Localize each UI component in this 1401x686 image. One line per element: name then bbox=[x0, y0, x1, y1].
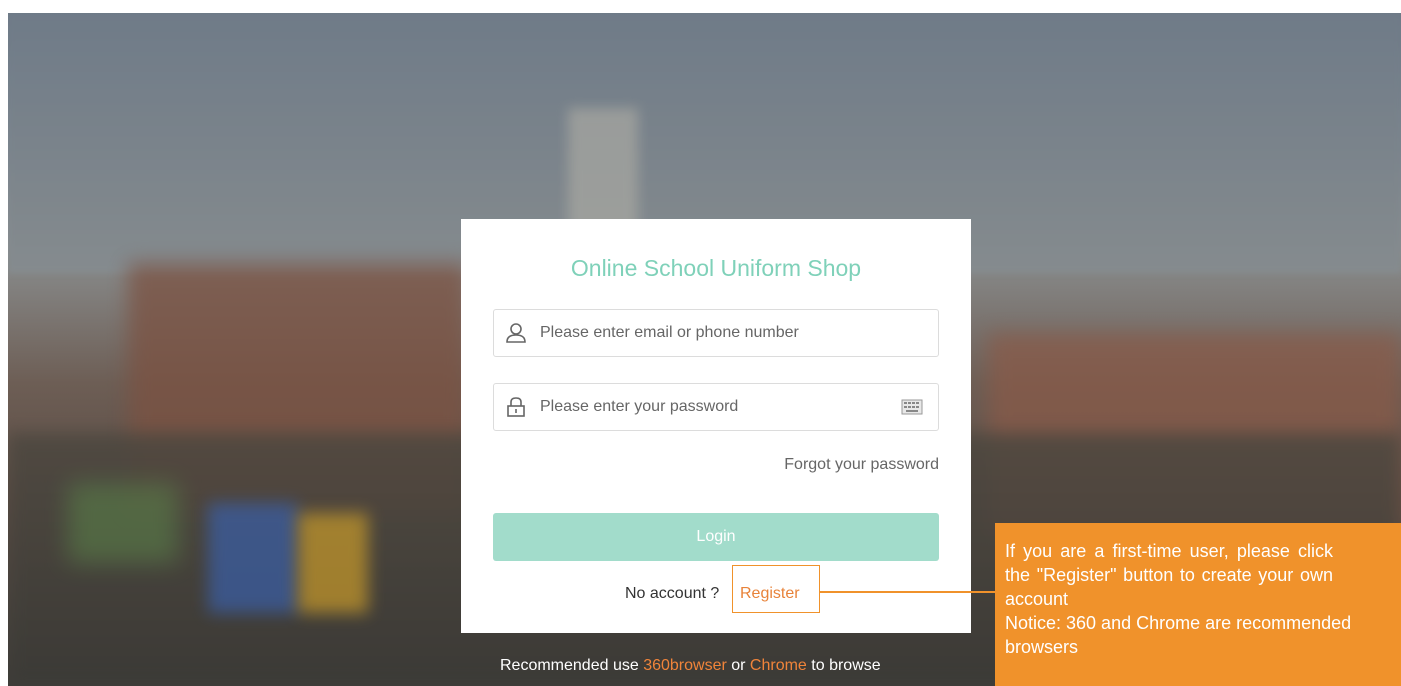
forgot-password-link[interactable]: Forgot your password bbox=[784, 456, 939, 474]
callout-register-instruction: If you are a first-time user, please cli… bbox=[1005, 541, 1333, 609]
password-input[interactable]: Please enter your password bbox=[493, 383, 939, 431]
register-link[interactable]: Register bbox=[740, 585, 800, 603]
lock-icon bbox=[505, 396, 527, 418]
no-account-text: No account ? bbox=[625, 585, 720, 602]
recommend-prefix: Recommended use bbox=[500, 657, 644, 674]
recommend-middle: or bbox=[726, 657, 750, 674]
username-placeholder: Please enter email or phone number bbox=[540, 324, 799, 341]
recommend-suffix: to browse bbox=[806, 657, 881, 674]
callout-browser-notice: Notice: 360 and Chrome are recommended b… bbox=[1005, 613, 1352, 657]
page-title: Online School Uniform Shop bbox=[570, 255, 862, 281]
browser-chrome-link[interactable]: Chrome bbox=[750, 657, 807, 674]
login-button[interactable]: Login bbox=[493, 513, 939, 561]
password-placeholder: Please enter your password bbox=[540, 398, 739, 415]
browser-recommendation: Recommended use 360browser or Chrome to … bbox=[500, 657, 881, 675]
login-card: Online School Uniform Shop Please enter … bbox=[461, 219, 971, 633]
callout-connector bbox=[820, 591, 995, 593]
keyboard-icon[interactable] bbox=[901, 399, 923, 415]
user-icon bbox=[505, 322, 527, 344]
browser-360-link[interactable]: 360browser bbox=[643, 657, 727, 674]
username-input[interactable]: Please enter email or phone number bbox=[493, 309, 939, 357]
instruction-callout: If you are a first-time user, please cli… bbox=[995, 523, 1401, 686]
